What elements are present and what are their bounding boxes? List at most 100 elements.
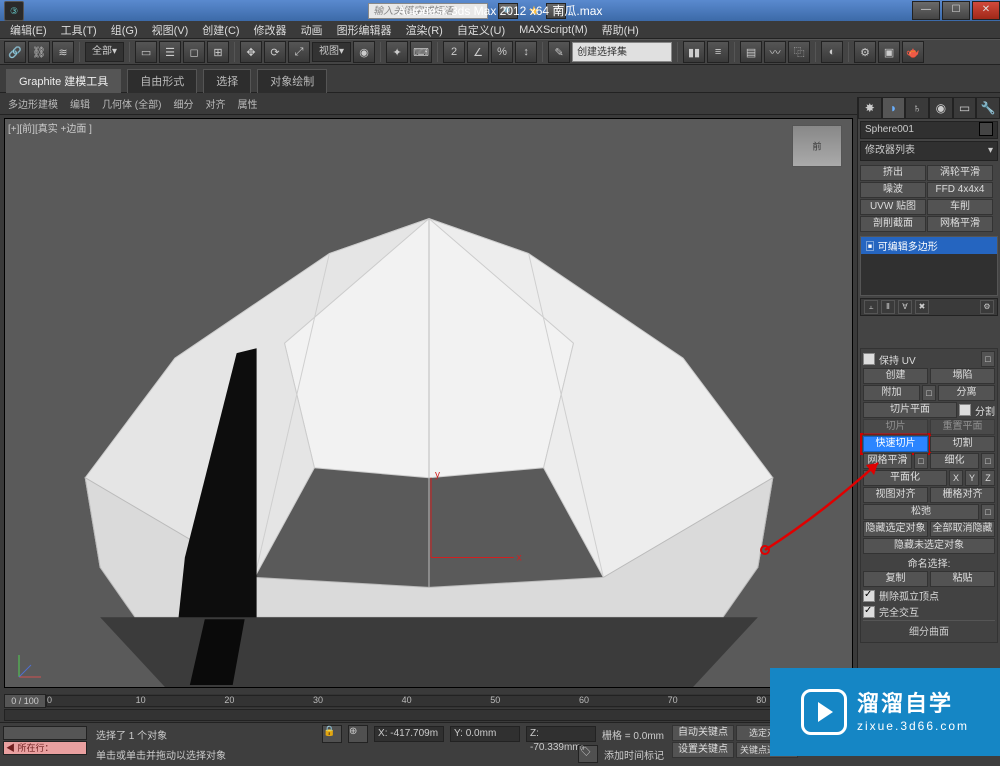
ribbon-tab-paint[interactable]: 对象绘制	[257, 69, 327, 93]
full-interactive-check[interactable]	[863, 606, 875, 618]
menu-animation[interactable]: 动画	[301, 22, 323, 38]
app-logo-icon[interactable]: ③	[4, 1, 24, 21]
menu-views[interactable]: 视图(V)	[152, 22, 189, 38]
tess-settings[interactable]: □	[981, 453, 995, 469]
ref-coord-dropdown[interactable]: 视图 ▾	[312, 42, 351, 62]
delete-iso-check[interactable]	[863, 590, 875, 602]
select-name-icon[interactable]: ☰	[159, 41, 181, 63]
reset-plane-btn[interactable]: 重置平面	[930, 419, 995, 435]
lock-icon[interactable]: 🔒	[322, 725, 342, 743]
set-key-btn[interactable]: 设置关键点	[672, 742, 734, 758]
relax-btn[interactable]: 松弛	[863, 504, 979, 520]
move-icon[interactable]: ✥	[240, 41, 262, 63]
hide-unselected-btn[interactable]: 隐藏未选定对象	[863, 538, 995, 554]
menu-create[interactable]: 创建(C)	[202, 22, 239, 38]
cmd-tab-modify[interactable]: ◗	[882, 97, 906, 119]
remove-mod-icon[interactable]: ✖	[915, 300, 929, 314]
abs-rel-icon[interactable]: ⊕	[348, 725, 368, 743]
ribbon-sub-geom[interactable]: 几何体 (全部)	[102, 96, 161, 111]
mod-section[interactable]: 剖削截面	[860, 216, 926, 232]
quickslice-btn[interactable]: 快速切片	[863, 436, 928, 452]
modifier-stack[interactable]: ▣ 可编辑多边形	[860, 236, 998, 296]
slice-plane-btn[interactable]: 切片平面	[863, 402, 957, 418]
menu-maxscript[interactable]: MAXScript(M)	[519, 24, 587, 36]
cmd-tab-create[interactable]: ✸	[858, 97, 882, 119]
make-planar-btn[interactable]: 平面化	[863, 470, 947, 486]
tessellate-btn[interactable]: 细化	[930, 453, 979, 469]
menu-group[interactable]: 组(G)	[111, 22, 138, 38]
modifier-list-dropdown[interactable]: 修改器列表▾	[860, 141, 998, 161]
preserve-uv-check[interactable]	[863, 353, 875, 365]
coord-z[interactable]: Z: -70.339mm	[526, 726, 596, 742]
pivot-icon[interactable]: ◉	[353, 41, 375, 63]
link-icon[interactable]: 🔗	[4, 41, 26, 63]
material-icon[interactable]: ◐	[821, 41, 843, 63]
separate-btn[interactable]: 分离	[938, 385, 995, 401]
menu-customize[interactable]: 自定义(U)	[457, 22, 505, 38]
manip-icon[interactable]: ✦	[386, 41, 408, 63]
show-end-icon[interactable]: Ⅱ	[881, 300, 895, 314]
rollout-subdiv-header[interactable]: 细分曲面	[863, 620, 995, 640]
cmd-tab-display[interactable]: ▭	[953, 97, 977, 119]
ribbon-tab-graphite[interactable]: Graphite 建模工具	[6, 69, 121, 93]
paste-sel-btn[interactable]: 粘贴	[930, 571, 995, 587]
menu-modifiers[interactable]: 修改器	[254, 22, 287, 38]
relax-settings[interactable]: □	[981, 504, 995, 520]
ribbon-sub-poly[interactable]: 多边形建模	[8, 96, 58, 111]
named-selection-input[interactable]: 创建选择集	[572, 42, 672, 62]
render-setup-icon[interactable]: ⚙	[854, 41, 876, 63]
pin-stack-icon[interactable]: ⫠	[864, 300, 878, 314]
mod-meshsmooth[interactable]: 网格平滑	[927, 216, 993, 232]
window-cross-icon[interactable]: ⊞	[207, 41, 229, 63]
cmd-tab-utilities[interactable]: 🔧	[976, 97, 1000, 119]
planar-z[interactable]: Z	[981, 470, 995, 486]
object-color-swatch[interactable]	[979, 122, 993, 136]
time-slider[interactable]: 0 / 100 0 10 20 30 40 50 60 70 80 90	[4, 694, 854, 708]
config-stack-icon[interactable]: ⚙	[980, 300, 994, 314]
attach-btn[interactable]: 附加	[863, 385, 920, 401]
add-time-tag[interactable]: 添加时间标记	[604, 747, 664, 762]
mirror-icon[interactable]: ▮▮	[683, 41, 705, 63]
split-check[interactable]	[959, 404, 971, 416]
ribbon-sub-props[interactable]: 属性	[237, 96, 257, 111]
render-frame-icon[interactable]: ▣	[878, 41, 900, 63]
time-handle[interactable]: 0 / 100	[4, 694, 46, 708]
ribbon-sub-subdiv[interactable]: 细分	[173, 96, 193, 111]
mod-ffd[interactable]: FFD 4x4x4	[927, 182, 993, 198]
viewport-label[interactable]: [+][前][真实 +边面 ]	[8, 120, 92, 135]
unhide-all-btn[interactable]: 全部取消隐藏	[930, 521, 995, 537]
mod-turbosmooth[interactable]: 涡轮平滑	[927, 165, 993, 181]
menu-edit[interactable]: 编辑(E)	[10, 22, 47, 38]
ribbon-tab-selection[interactable]: 选择	[203, 69, 251, 93]
unique-icon[interactable]: ∀	[898, 300, 912, 314]
script-echo[interactable]: ◀ 所在行：	[3, 741, 87, 755]
planar-y[interactable]: Y	[965, 470, 979, 486]
view-align-btn[interactable]: 视图对齐	[863, 487, 928, 503]
time-tag-icon[interactable]: 🏷	[578, 745, 598, 763]
select-icon[interactable]: ▭	[135, 41, 157, 63]
grid-align-btn[interactable]: 栅格对齐	[930, 487, 995, 503]
mod-extrude[interactable]: 挤出	[860, 165, 926, 181]
snap-percent-icon[interactable]: %	[491, 41, 513, 63]
bind-icon[interactable]: ≋	[52, 41, 74, 63]
menu-help[interactable]: 帮助(H)	[602, 22, 639, 38]
collapse-btn[interactable]: 塌陷	[930, 368, 995, 384]
snap-spinner-icon[interactable]: ↕	[515, 41, 537, 63]
menu-graph[interactable]: 图形编辑器	[337, 22, 392, 38]
viewcube-icon[interactable]	[792, 125, 842, 167]
cut-btn[interactable]: 切割	[930, 436, 995, 452]
planar-x[interactable]: X	[949, 470, 963, 486]
ribbon-tab-freeform[interactable]: 自由形式	[127, 69, 197, 93]
render-icon[interactable]: 🫖	[902, 41, 924, 63]
coord-x[interactable]: X: -417.709m	[374, 726, 444, 742]
msmooth-btn[interactable]: 网格平滑	[863, 453, 912, 469]
script-mini-listener[interactable]	[3, 726, 87, 740]
mod-uvw[interactable]: UVW 贴图	[860, 199, 926, 215]
layers-icon[interactable]: ▤	[740, 41, 762, 63]
preserve-uv-settings[interactable]: □	[981, 351, 995, 367]
unlink-icon[interactable]: ⛓	[28, 41, 50, 63]
menu-render[interactable]: 渲染(R)	[406, 22, 443, 38]
object-name-field[interactable]: Sphere001	[865, 122, 914, 138]
align-edit-icon[interactable]: ✎	[548, 41, 570, 63]
slice-btn[interactable]: 切片	[863, 419, 928, 435]
